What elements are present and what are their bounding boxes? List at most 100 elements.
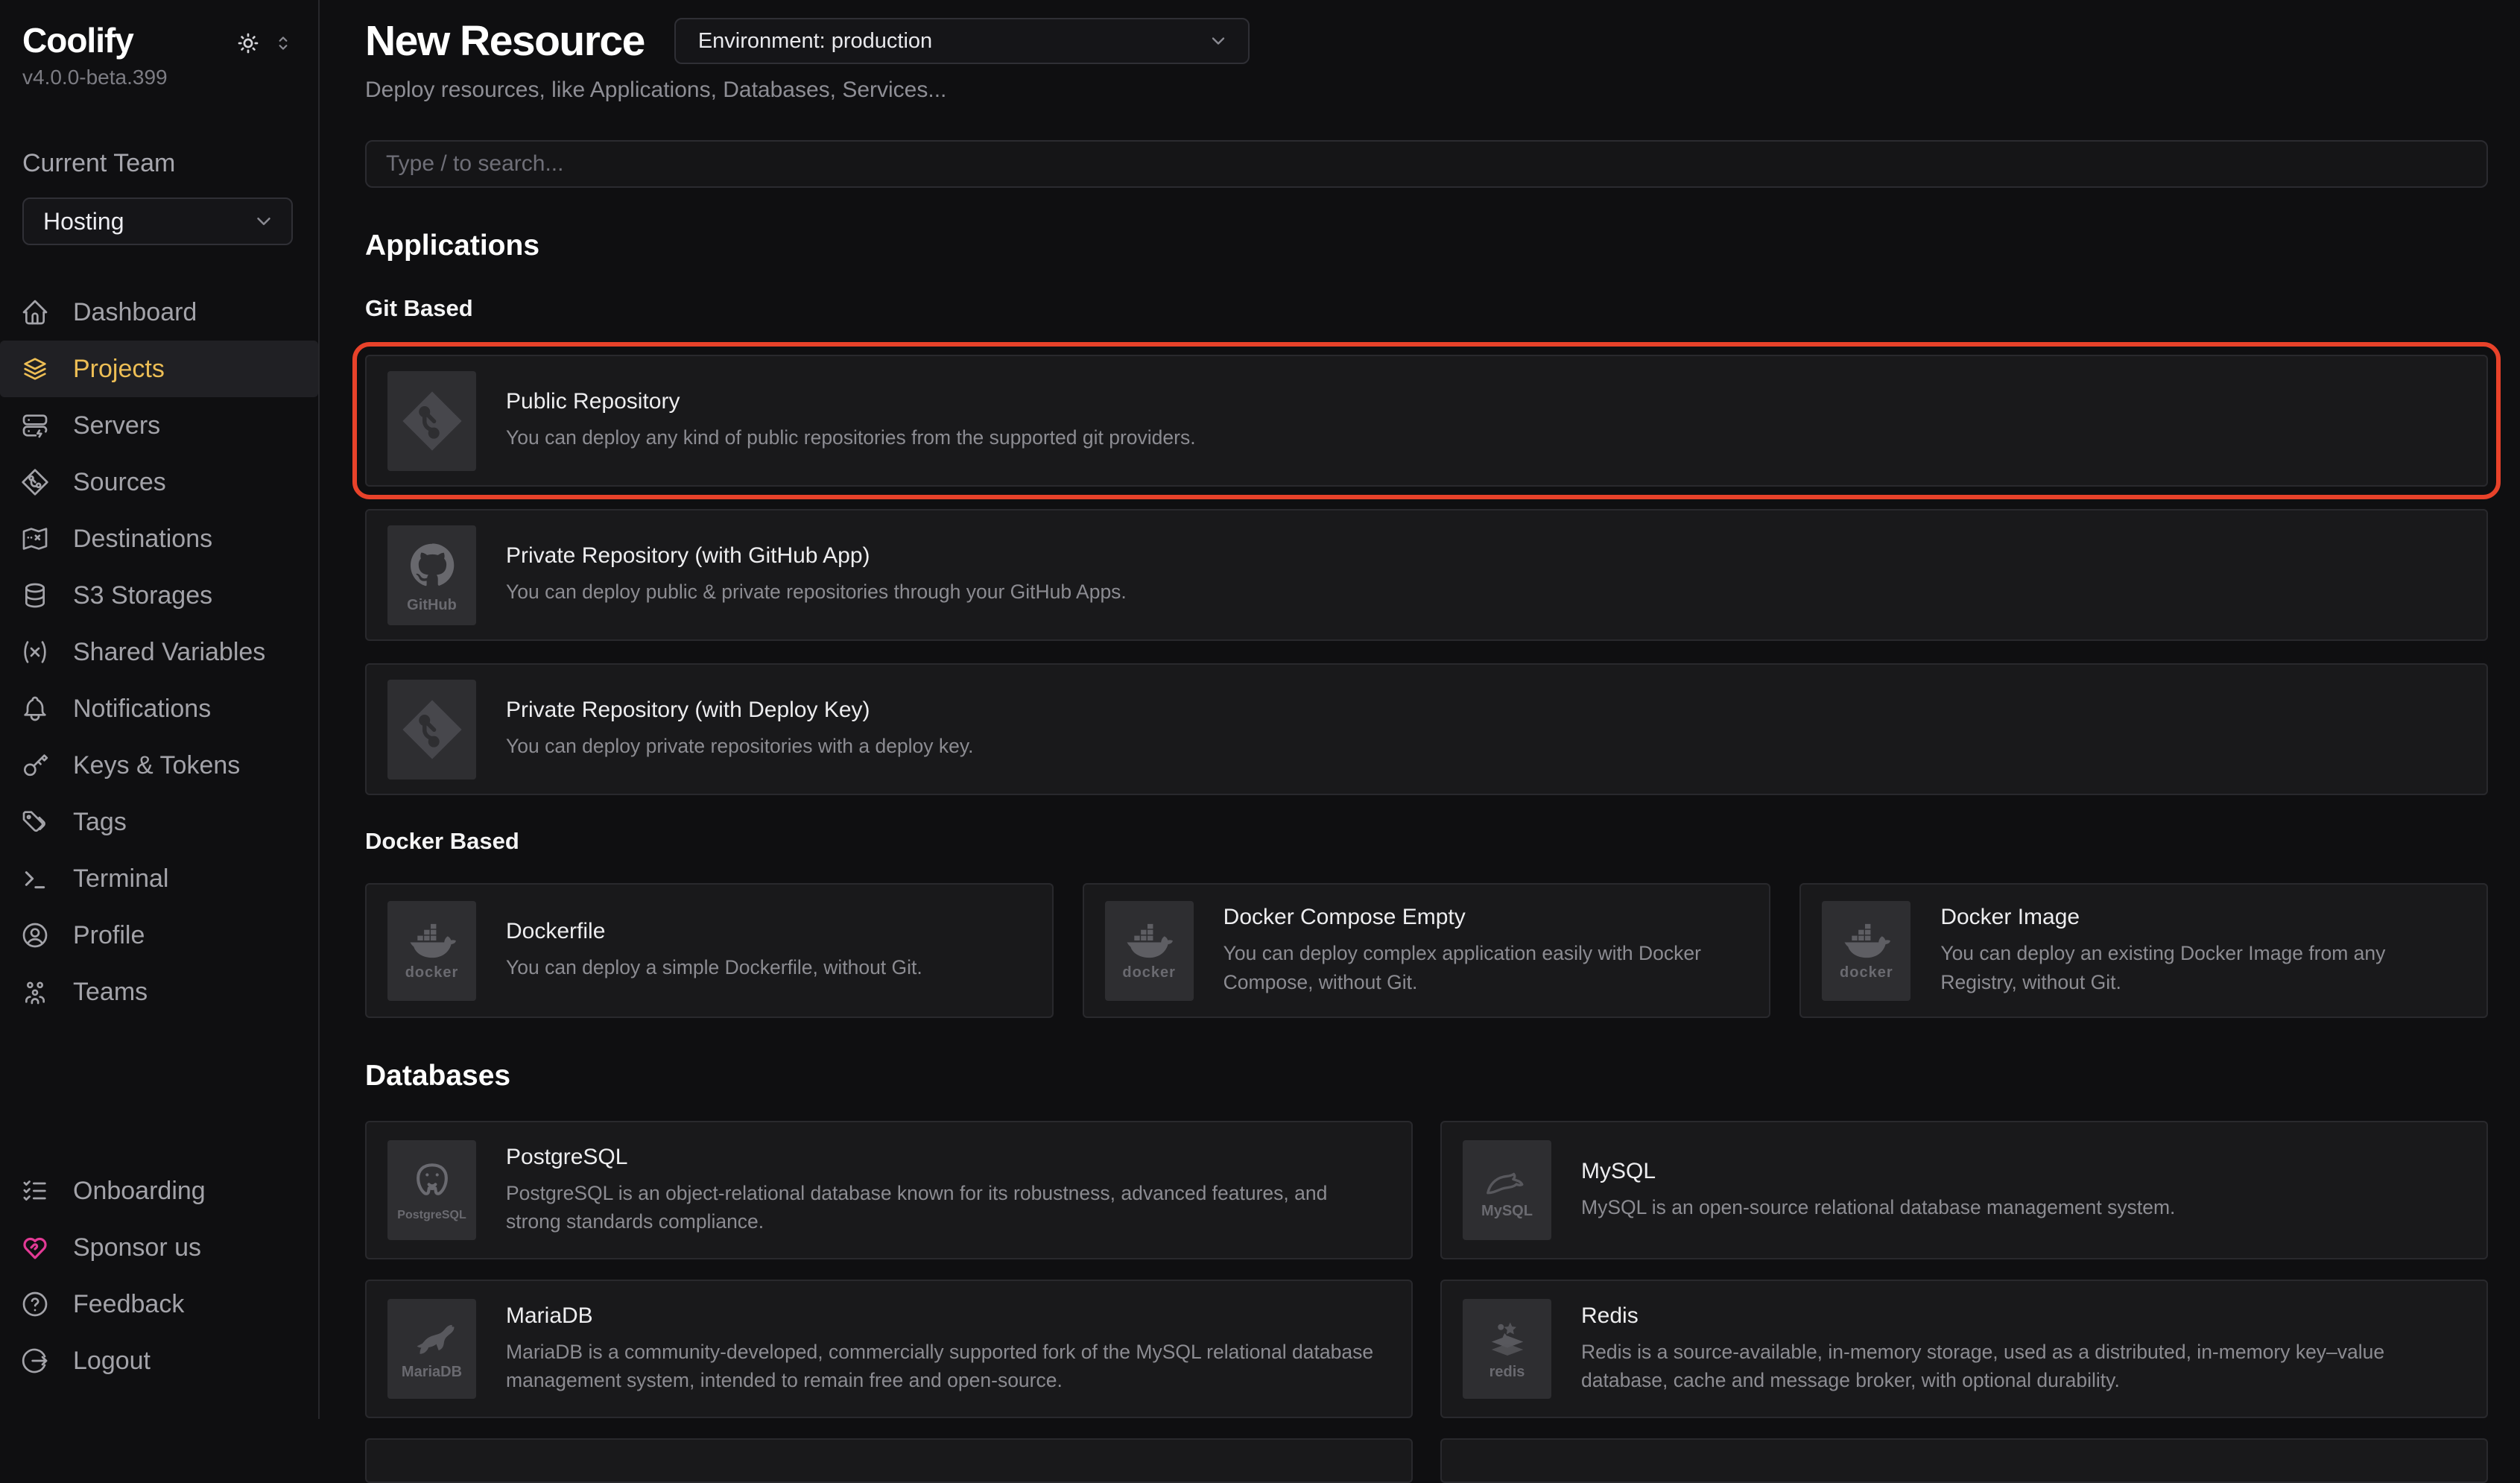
docker-icon: docker [1822, 901, 1910, 1001]
card-public-repository[interactable]: Public Repository You can deploy any kin… [365, 355, 2488, 487]
terminal-icon [19, 864, 51, 894]
subsection-docker-based: Docker Based [365, 828, 2488, 855]
sidebar-item-feedback[interactable]: Feedback [0, 1276, 318, 1332]
subsection-git-based: Git Based [365, 295, 2488, 322]
help-circle-icon [19, 1289, 51, 1319]
sidebar-item-logout[interactable]: Logout [0, 1332, 318, 1389]
sidebar-item-onboarding[interactable]: Onboarding [0, 1163, 318, 1219]
tags-icon [19, 807, 51, 837]
chevron-down-icon [253, 210, 275, 233]
card-dockerfile[interactable]: docker Dockerfile You can deploy a simpl… [365, 883, 1054, 1018]
card-description: MySQL is an open-source relational datab… [1581, 1193, 2175, 1221]
sidebar: Coolify v4.0.0-beta.399 Current Team Hos… [0, 0, 320, 1419]
user-circle-icon [19, 920, 51, 950]
sidebar-nav: Dashboard Projects Servers Sources Desti… [0, 284, 318, 1020]
card-title: PostgreSQL [506, 1145, 1384, 1170]
card-title: Dockerfile [506, 919, 922, 944]
sidebar-item-profile[interactable]: Profile [0, 907, 318, 964]
card-title: Public Repository [506, 389, 1196, 414]
card-docker-compose-empty[interactable]: docker Docker Compose Empty You can depl… [1083, 883, 1771, 1018]
card-mariadb[interactable]: MariaDB MariaDB MariaDB is a community-d… [365, 1280, 1413, 1418]
sidebar-item-label: Notifications [73, 695, 211, 724]
sidebar-item-keys-tokens[interactable]: Keys & Tokens [0, 737, 318, 794]
card-postgresql[interactable]: PostgreSQL PostgreSQL PostgreSQL is an o… [365, 1121, 1413, 1259]
sidebar-item-servers[interactable]: Servers [0, 397, 318, 454]
postgresql-wordmark: PostgreSQL [397, 1210, 466, 1221]
sidebar-item-dashboard[interactable]: Dashboard [0, 284, 318, 341]
card-description: You can deploy an existing Docker Image … [1940, 939, 2460, 996]
bell-icon [19, 694, 51, 724]
server-icon [19, 411, 51, 440]
sidebar-item-sponsor-us[interactable]: Sponsor us [0, 1219, 318, 1276]
users-icon [19, 977, 51, 1007]
sidebar-item-label: Teams [73, 978, 148, 1007]
sidebar-item-terminal[interactable]: Terminal [0, 850, 318, 907]
page-title: New Resource [365, 16, 645, 66]
sidebar-item-label: Shared Variables [73, 638, 265, 667]
sidebar-item-label: Keys & Tokens [73, 751, 240, 780]
card-title: MySQL [1581, 1159, 2175, 1184]
sidebar-item-label: Terminal [73, 864, 168, 894]
sidebar-item-destinations[interactable]: Destinations [0, 510, 318, 567]
section-databases: Databases [365, 1060, 2488, 1093]
resource-card-clipped[interactable] [365, 1438, 1413, 1483]
mysql-icon: MySQL [1463, 1140, 1551, 1240]
database-icon [19, 581, 51, 610]
sun-icon[interactable] [235, 30, 262, 57]
sidebar-item-label: Dashboard [73, 298, 197, 327]
app-logo: Coolify [22, 22, 133, 58]
section-applications: Applications [365, 230, 2488, 262]
card-mysql[interactable]: MySQL MySQL MySQL is an open-source rela… [1440, 1121, 2488, 1259]
docker-wordmark: docker [405, 965, 459, 980]
docker-wordmark: docker [1122, 965, 1176, 980]
environment-select[interactable]: Environment: production [674, 18, 1250, 64]
card-title: Redis [1581, 1303, 2460, 1329]
sidebar-item-notifications[interactable]: Notifications [0, 680, 318, 737]
sidebar-item-label: Tags [73, 808, 127, 837]
card-redis[interactable]: redis Redis Redis is a source-available,… [1440, 1280, 2488, 1418]
git-icon [387, 371, 476, 471]
card-private-repository-deploy-key[interactable]: Private Repository (with Deploy Key) You… [365, 663, 2488, 795]
team-select-value: Hosting [43, 208, 124, 235]
sidebar-item-shared-variables[interactable]: Shared Variables [0, 624, 318, 680]
map-icon [19, 524, 51, 554]
search-input[interactable] [365, 140, 2488, 188]
app-version: v4.0.0-beta.399 [22, 66, 318, 89]
main-content: New Resource Environment: production Dep… [320, 0, 2520, 1419]
sidebar-item-label: Sponsor us [73, 1233, 201, 1262]
environment-select-value: Environment: production [698, 29, 932, 54]
github-icon: GitHub [387, 525, 476, 625]
current-team-label: Current Team [22, 149, 318, 178]
layers-icon [19, 354, 51, 384]
git-branch-icon [19, 467, 51, 497]
key-icon [19, 750, 51, 780]
card-description: You can deploy public & private reposito… [506, 578, 1127, 606]
sidebar-item-s3-storages[interactable]: S3 Storages [0, 567, 318, 624]
theme-selector-chevrons-icon[interactable] [273, 34, 293, 53]
card-private-repository-github-app[interactable]: GitHub Private Repository (with GitHub A… [365, 509, 2488, 641]
heart-icon [19, 1233, 51, 1262]
card-docker-image[interactable]: docker Docker Image You can deploy an ex… [1799, 883, 2488, 1018]
home-icon [19, 297, 51, 327]
sidebar-item-sources[interactable]: Sources [0, 454, 318, 510]
sidebar-item-label: Destinations [73, 525, 212, 554]
card-description: MariaDB is a community-developed, commer… [506, 1338, 1384, 1395]
chevron-down-icon [1208, 31, 1229, 51]
sidebar-footer-nav: Onboarding Sponsor us Feedback Logout [0, 1163, 318, 1389]
card-description: Redis is a source-available, in-memory s… [1581, 1338, 2460, 1395]
card-description: You can deploy complex application easil… [1223, 939, 1743, 996]
github-wordmark: GitHub [407, 598, 457, 613]
sidebar-item-label: Logout [73, 1347, 151, 1376]
sidebar-item-tags[interactable]: Tags [0, 794, 318, 850]
card-title: Private Repository (with Deploy Key) [506, 698, 974, 723]
team-select[interactable]: Hosting [22, 197, 293, 245]
card-description: You can deploy a simple Dockerfile, with… [506, 953, 922, 981]
resource-card-clipped[interactable] [1440, 1438, 2488, 1483]
mysql-wordmark: MySQL [1481, 1204, 1533, 1218]
card-title: MariaDB [506, 1303, 1384, 1329]
sidebar-item-label: Sources [73, 468, 166, 497]
sidebar-item-teams[interactable]: Teams [0, 964, 318, 1020]
card-title: Docker Image [1940, 905, 2460, 930]
docker-icon: docker [387, 901, 476, 1001]
sidebar-item-projects[interactable]: Projects [0, 341, 318, 397]
